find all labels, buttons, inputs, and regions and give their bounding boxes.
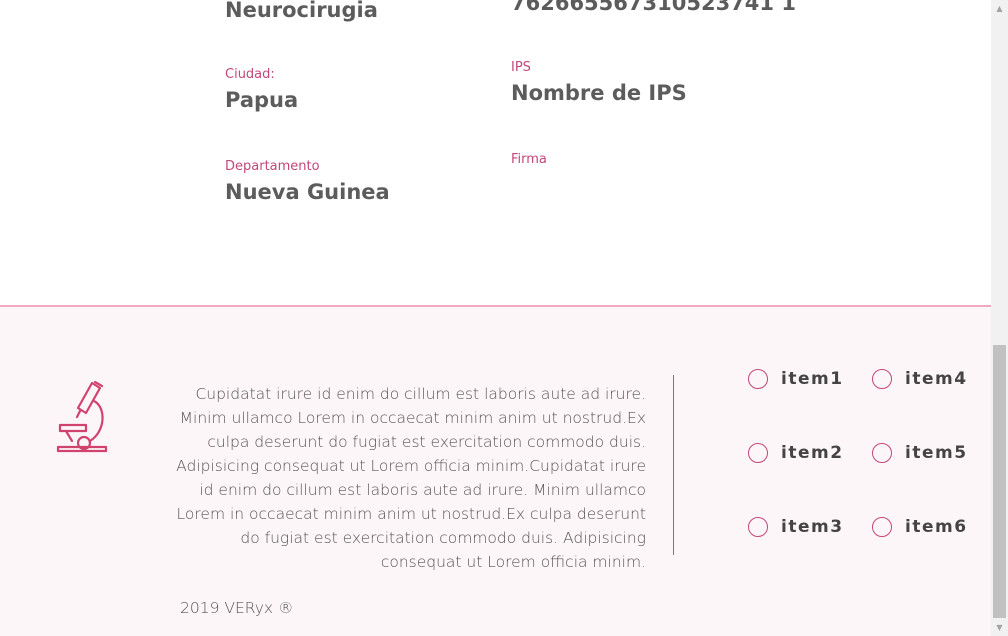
department-value: Nueva Guinea (225, 180, 390, 204)
radio-item1-label: item1 (781, 369, 844, 389)
radio-item5[interactable]: item5 (872, 443, 968, 463)
radio-circle-icon[interactable] (872, 443, 892, 463)
ips-field: IPS Nombre de IPS (511, 60, 687, 106)
specialty-value: Neurocirugia (225, 0, 378, 22)
microscope-icon (56, 380, 110, 455)
ips-label: IPS (511, 60, 531, 75)
radio-circle-icon[interactable] (748, 369, 768, 389)
radio-item4[interactable]: item4 (872, 369, 968, 389)
scroll-down-icon[interactable]: ▼ (991, 619, 1008, 636)
ips-value: Nombre de IPS (511, 81, 687, 105)
radio-item5-label: item5 (905, 443, 968, 463)
vertical-scrollbar[interactable]: ▲ ▼ (991, 0, 1008, 636)
radio-item3[interactable]: item3 (748, 517, 844, 537)
radio-circle-icon[interactable] (872, 369, 892, 389)
city-value: Papua (225, 88, 299, 112)
radio-circle-icon[interactable] (748, 517, 768, 537)
doctor-info-section: Neurocirugia 762665567310523741 1 Ciudad… (0, 0, 991, 306)
signature-field: Firma (511, 152, 547, 168)
radio-item2[interactable]: item2 (748, 443, 844, 463)
id-number-value: 762665567310523741 1 (511, 0, 796, 15)
department-label: Departamento (225, 159, 320, 174)
radio-circle-icon[interactable] (872, 517, 892, 537)
signature-label: Firma (511, 152, 547, 167)
city-label: Ciudad: (225, 67, 275, 82)
city-field: Ciudad: Papua (225, 67, 298, 113)
radio-item6-label: item6 (905, 517, 968, 537)
radio-item3-label: item3 (781, 517, 844, 537)
scroll-up-icon[interactable]: ▲ (991, 0, 1008, 17)
page: Neurocirugia 762665567310523741 1 Ciudad… (0, 0, 1008, 636)
radio-circle-icon[interactable] (748, 443, 768, 463)
footer-divider (673, 375, 674, 555)
copyright-text: 2019 VERyx ® (180, 599, 294, 617)
radio-item4-label: item4 (905, 369, 968, 389)
radio-item6[interactable]: item6 (872, 517, 968, 537)
footer: Cupidatat irure id enim do cillum est la… (0, 305, 991, 636)
radio-item2-label: item2 (781, 443, 844, 463)
department-field: Departamento Nueva Guinea (225, 159, 390, 205)
scrollbar-thumb[interactable] (993, 345, 1006, 618)
radio-item1[interactable]: item1 (748, 369, 844, 389)
footer-description: Cupidatat irure id enim do cillum est la… (176, 384, 646, 571)
